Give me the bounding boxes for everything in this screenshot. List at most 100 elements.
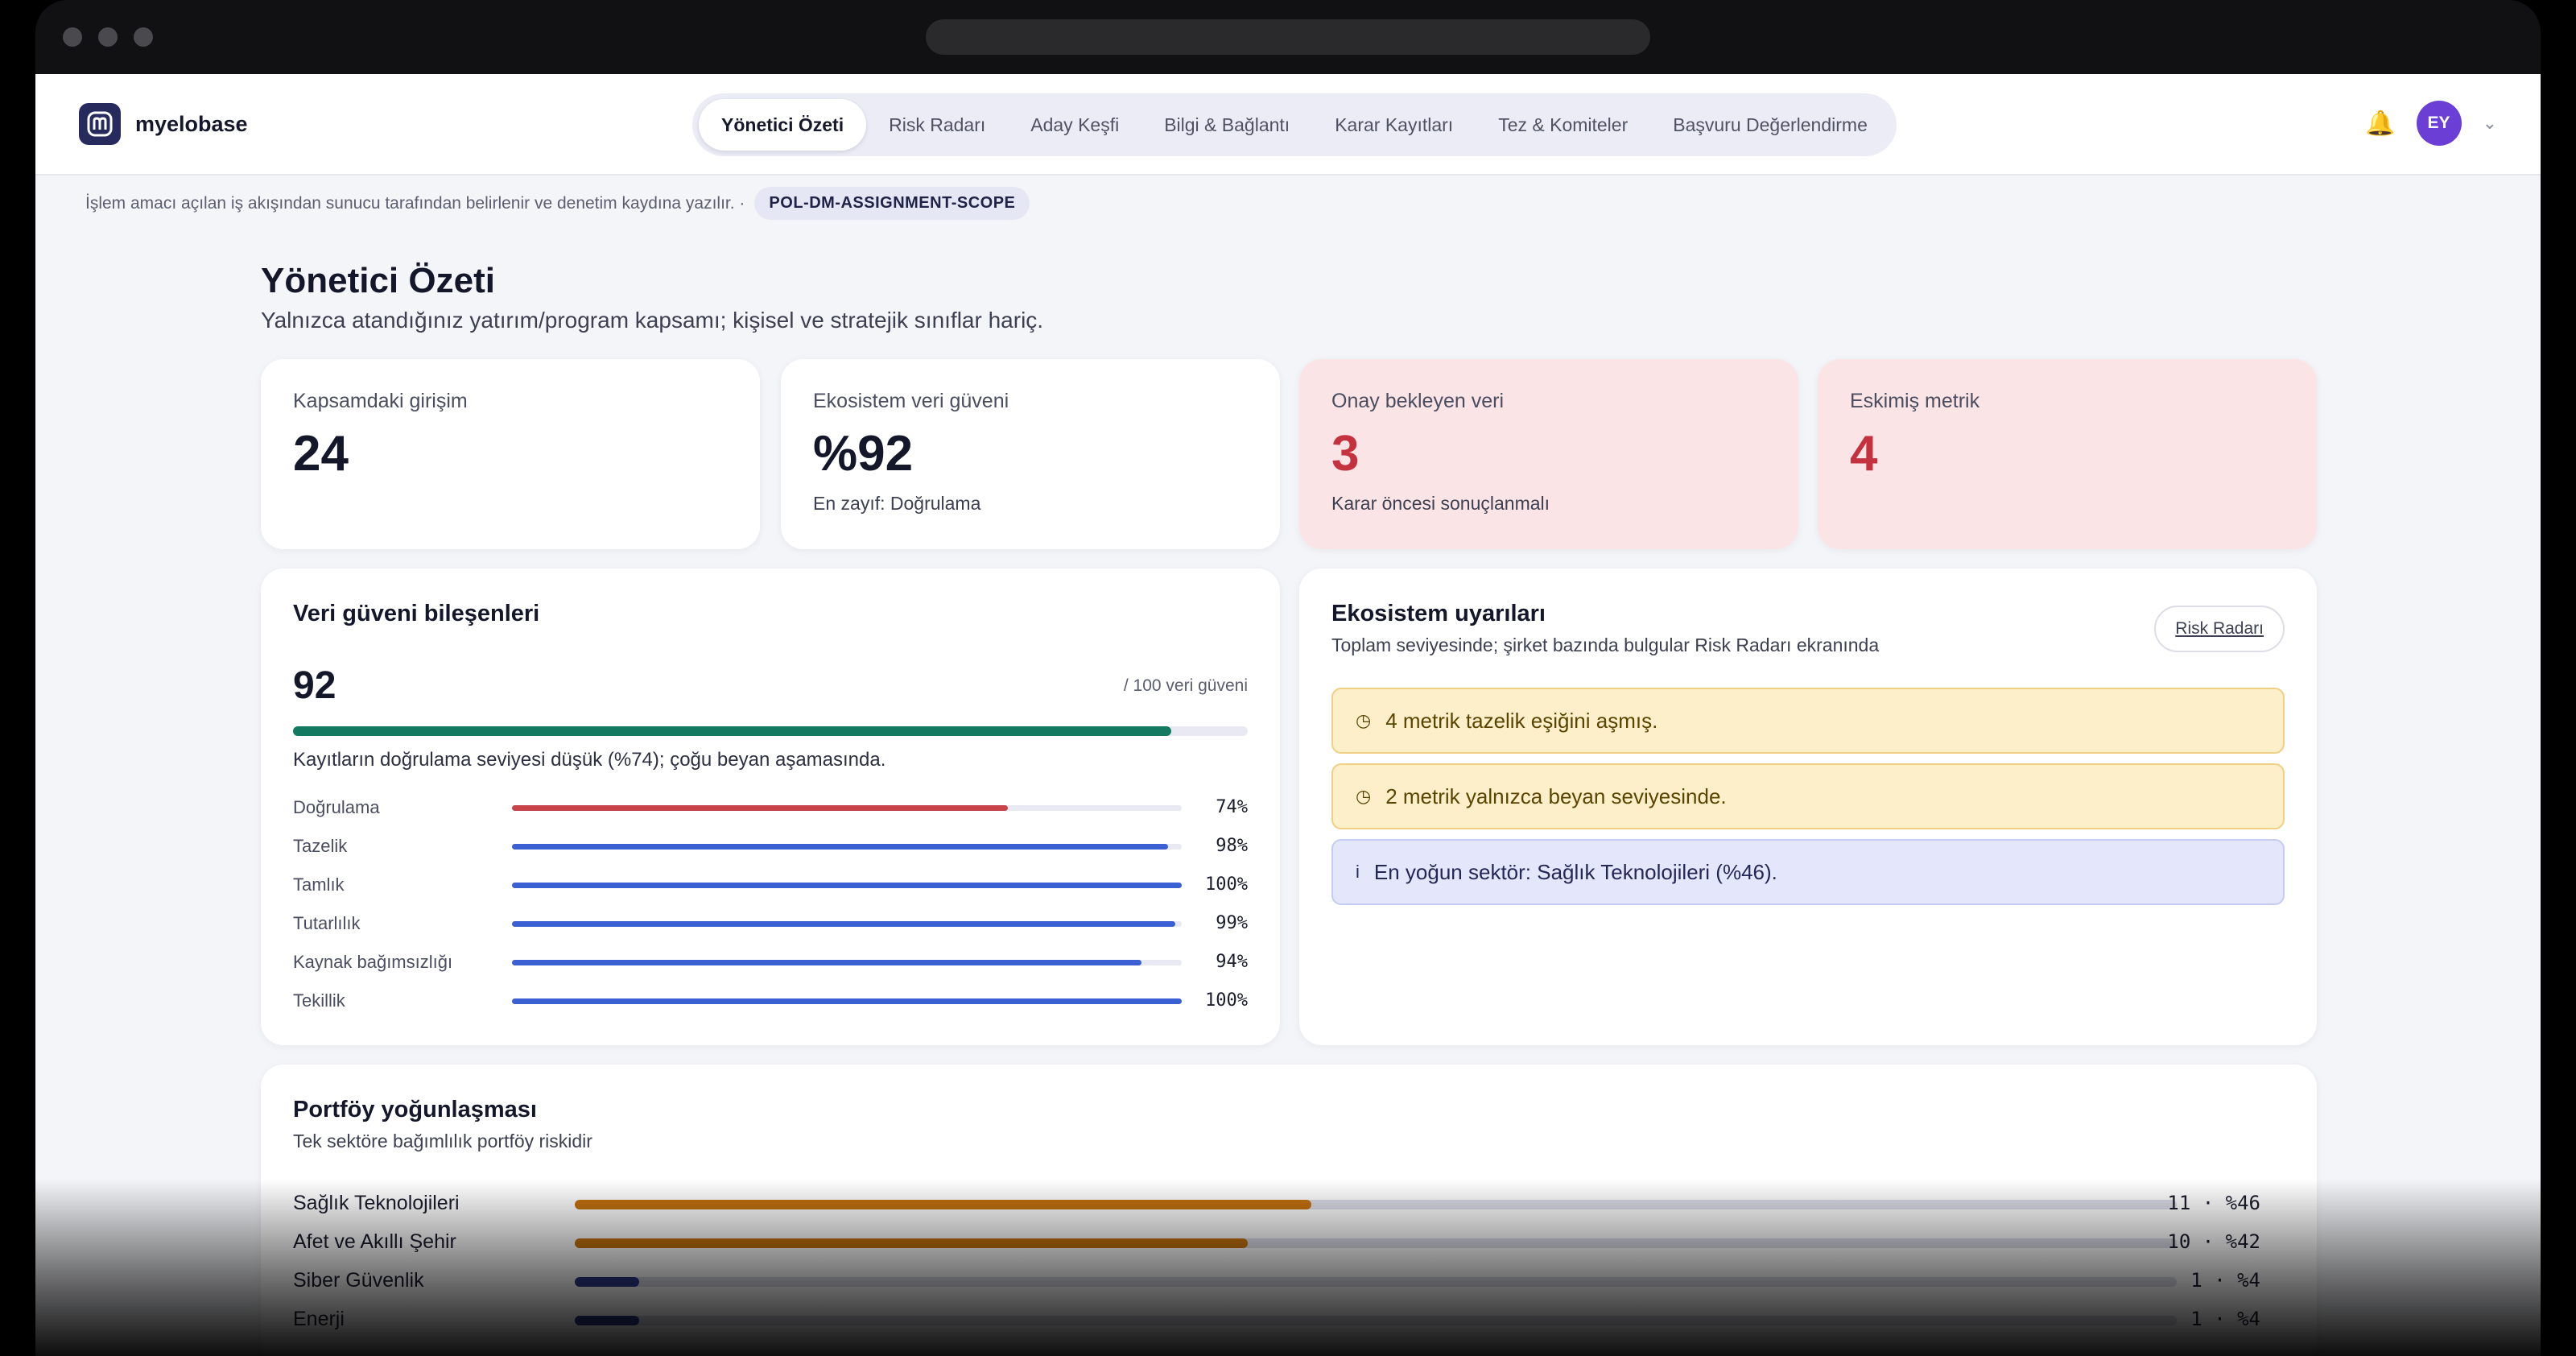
top-nav: myelobase Yönetici Özeti Risk Radarı Aday … xyxy=(35,74,2541,176)
portfolio-sector-label: Siber Güvenlik xyxy=(293,1269,424,1292)
trust-component-label: Tutarlılık xyxy=(293,913,361,933)
browser-window: myelobase Yönetici Özeti Risk Radarı Aday … xyxy=(35,0,2541,1356)
portfolio-bar-fill xyxy=(575,1238,1248,1248)
kpi-card-3: Eskimiş metrik 4 xyxy=(1818,359,2317,549)
trust-component-bar-fill xyxy=(512,805,1008,811)
tab-0[interactable]: Yönetici Özeti xyxy=(699,99,867,151)
portfolio-bar-fill xyxy=(575,1200,1312,1209)
scope-notice: İşlem amacı açılan iş akışından sunucu t… xyxy=(85,187,1030,220)
kpi-label: Kapsamdaki girişim xyxy=(293,390,468,412)
alert-text: En yoğun sektör: Sağlık Teknolojileri (%… xyxy=(1373,859,1777,884)
alerts-card-subtitle: Toplam seviyesinde; şirket bazında bulgu… xyxy=(1331,635,1880,655)
tab-5[interactable]: Tez & Komiteler xyxy=(1476,99,1650,151)
alerts-card: Ekosistem uyarıları Toplam seviyesinde; … xyxy=(1299,568,2317,1045)
alert-item-warn: ◷ 2 metrik yalnızca beyan seviyesinde. xyxy=(1331,763,2285,829)
trust-component-value: 100% xyxy=(1205,874,1248,895)
portfolio-value: 10 · %42 xyxy=(2167,1230,2260,1253)
kpi-value: 24 xyxy=(293,426,349,482)
info-icon: i xyxy=(1356,862,1360,882)
bell-icon[interactable]: 🔔 xyxy=(2365,110,2395,138)
alerts-card-title: Ekosistem uyarıları xyxy=(1331,601,1546,626)
trust-component-bar-fill xyxy=(512,921,1175,927)
kpi-label: Eskimiş metrik xyxy=(1850,390,1980,412)
window-close-dot[interactable] xyxy=(63,27,82,47)
portfolio-value: 1 · %4 xyxy=(2178,1269,2260,1292)
trust-component-row: Doğrulama 74% xyxy=(293,796,1248,820)
main-tabs: Yönetici Özeti Risk Radarı Aday Keşfi Bilgi… xyxy=(692,93,1897,156)
trust-component-bar xyxy=(512,844,1182,850)
trust-component-label: Tekillik xyxy=(293,990,345,1011)
trust-component-bar-fill xyxy=(512,883,1182,888)
avatar[interactable]: EY xyxy=(2416,101,2462,146)
tab-4[interactable]: Karar Kayıtları xyxy=(1312,99,1476,151)
window-maximize-dot[interactable] xyxy=(134,27,153,47)
window-minimize-dot[interactable] xyxy=(98,27,118,47)
tab-3[interactable]: Bilgi & Bağlantı xyxy=(1141,99,1312,151)
trust-component-bar xyxy=(512,998,1182,1004)
trust-component-label: Doğrulama xyxy=(293,797,380,817)
trust-component-bar xyxy=(512,883,1182,888)
page-subtitle: Yalnızca atandığınız yatırım/program kap… xyxy=(261,308,1044,333)
portfolio-bar xyxy=(575,1238,2177,1248)
trust-component-row: Tazelik 98% xyxy=(293,834,1248,858)
portfolio-card-subtitle: Tek sektöre bağımlılık portföy riskidir xyxy=(293,1131,592,1151)
tab-1[interactable]: Risk Radarı xyxy=(866,99,1008,151)
trust-component-value: 100% xyxy=(1205,990,1248,1011)
trust-component-bar-fill xyxy=(512,960,1142,965)
portfolio-bar xyxy=(575,1277,2177,1287)
kpi-note: En zayıf: Doğrulama xyxy=(813,493,981,514)
app-viewport: myelobase Yönetici Özeti Risk Radarı Aday … xyxy=(35,74,2541,1356)
trust-component-row: Tamlık 100% xyxy=(293,873,1248,897)
browser-chrome xyxy=(35,0,2541,74)
portfolio-bar-fill xyxy=(575,1316,639,1325)
trust-score-of: / 100 veri güveni xyxy=(1123,676,1248,695)
trust-component-value: 98% xyxy=(1216,836,1248,856)
brand[interactable]: myelobase xyxy=(79,103,248,145)
nav-actions: 🔔 EY ⌄ xyxy=(2365,101,2497,146)
alert-item-info: i En yoğun sektör: Sağlık Teknolojileri (… xyxy=(1331,839,2285,905)
kpi-label: Onay bekleyen veri xyxy=(1331,390,1505,412)
brand-name: myelobase xyxy=(135,111,248,136)
portfolio-bar-fill xyxy=(575,1277,639,1287)
kpi-card-1: Ekosistem veri güveni %92 En zayıf: Doğrul… xyxy=(781,359,1280,549)
portfolio-row: Sağlık Teknolojileri 11 · %46 xyxy=(293,1190,2260,1218)
tab-2[interactable]: Aday Keşfi xyxy=(1008,99,1141,151)
kpi-label: Ekosistem veri güveni xyxy=(813,390,1009,412)
kpi-value: %92 xyxy=(813,426,914,482)
alert-item-warn: ◷ 4 metrik tazelik eşiğini aşmış. xyxy=(1331,688,2285,754)
kpi-value: 4 xyxy=(1850,426,1878,482)
trust-component-label: Tamlık xyxy=(293,874,345,895)
portfolio-sector-label: Afet ve Akıllı Şehir xyxy=(293,1230,456,1253)
portfolio-sector-label: Enerji xyxy=(293,1308,345,1330)
risk-radar-button[interactable]: Risk Radarı xyxy=(2154,606,2285,652)
alert-text: 2 metrik yalnızca beyan seviyesinde. xyxy=(1385,783,1727,808)
clock-icon: ◷ xyxy=(1356,786,1372,806)
brand-logo-icon xyxy=(79,103,121,145)
portfolio-row: Afet ve Akıllı Şehir 10 · %42 xyxy=(293,1229,2260,1256)
trust-component-bar xyxy=(512,960,1182,965)
trust-component-label: Kaynak bağımsızlığı xyxy=(293,952,453,972)
portfolio-row: Enerji 1 · %4 xyxy=(293,1306,2260,1333)
trust-note: Kayıtların doğrulama seviyesi düşük (%74… xyxy=(293,749,886,771)
kpi-note: Karar öncesi sonuçlanmalı xyxy=(1331,493,1550,514)
tab-6[interactable]: Başvuru Değerlendirme xyxy=(1650,99,1890,151)
trust-card-title: Veri güveni bileşenleri xyxy=(293,601,540,626)
trust-score: 92 xyxy=(293,664,336,707)
portfolio-bar xyxy=(575,1316,2177,1325)
portfolio-bar xyxy=(575,1200,2177,1209)
kpi-card-0: Kapsamdaki girişim 24 xyxy=(261,359,760,549)
kpi-value: 3 xyxy=(1331,426,1360,482)
portfolio-value: 1 · %4 xyxy=(2178,1308,2260,1330)
trust-component-bar-fill xyxy=(512,998,1182,1004)
trust-component-value: 99% xyxy=(1216,913,1248,933)
trust-score-bar xyxy=(293,726,1248,736)
scope-badge: POL-DM-ASSIGNMENT-SCOPE xyxy=(754,187,1030,220)
page-title: Yönetici Özeti xyxy=(261,261,495,300)
portfolio-card-title: Portföy yoğunlaşması xyxy=(293,1097,537,1122)
portfolio-row: Siber Güvenlik 1 · %4 xyxy=(293,1267,2260,1295)
scope-text: İşlem amacı açılan iş akışından sunucu t… xyxy=(85,193,745,213)
chevron-down-icon[interactable]: ⌄ xyxy=(2483,113,2497,134)
kpi-card-2: Onay bekleyen veri 3 Karar öncesi sonuçlan… xyxy=(1299,359,1798,549)
address-bar[interactable] xyxy=(926,19,1650,55)
trust-component-value: 74% xyxy=(1216,797,1248,817)
